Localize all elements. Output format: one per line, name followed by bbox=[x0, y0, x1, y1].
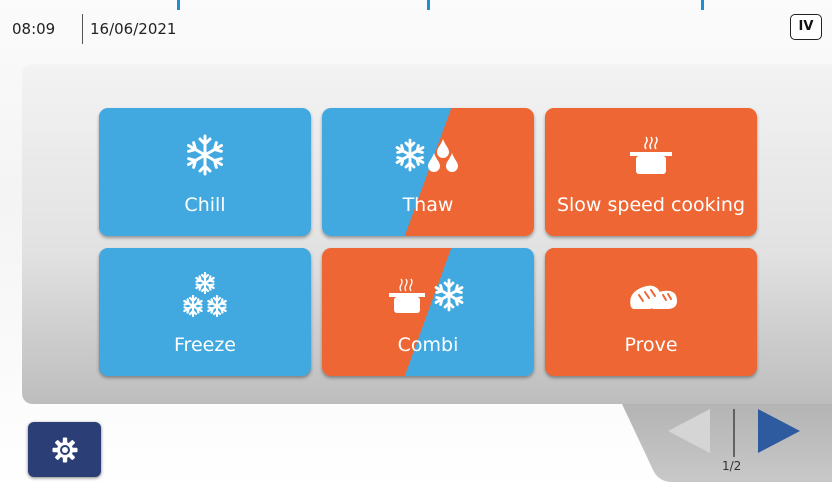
mode-tile-chill[interactable]: Chill bbox=[99, 108, 311, 236]
three-snowflakes-icon bbox=[99, 270, 311, 320]
page-indicator: 1/2 bbox=[722, 459, 742, 473]
mode-tile-freeze[interactable]: Freeze bbox=[99, 248, 311, 376]
tile-label: Combi bbox=[397, 334, 459, 356]
tile-label: Thaw bbox=[402, 194, 454, 216]
tile-label: Chill bbox=[184, 194, 226, 216]
mode-tile-combi[interactable]: Combi bbox=[322, 248, 534, 376]
settings-button[interactable] bbox=[28, 422, 101, 477]
pagination-arrows bbox=[668, 409, 800, 457]
gear-icon bbox=[52, 437, 77, 462]
tile-label: Slow speed cooking bbox=[556, 194, 746, 216]
tile-label: Prove bbox=[624, 334, 678, 356]
next-arrow-icon[interactable] bbox=[758, 409, 800, 453]
snowflake-icon bbox=[99, 130, 311, 180]
pot-snowflake-icon bbox=[322, 270, 534, 320]
tile-label: Freeze bbox=[174, 334, 236, 356]
mode-tile-thaw[interactable]: Thaw bbox=[322, 108, 534, 236]
mode-tile-slow-speed-cooking[interactable]: Slow speed cooking bbox=[545, 108, 757, 236]
prev-arrow-icon[interactable] bbox=[668, 409, 710, 453]
screen: 08:09 16/06/2021 IV Chill Thaw Slow spee… bbox=[0, 0, 832, 490]
mode-tile-prove[interactable]: Prove bbox=[545, 248, 757, 376]
pot-steam-icon bbox=[545, 130, 757, 180]
bread-icon bbox=[545, 270, 757, 320]
snowflake-drops-icon bbox=[322, 130, 534, 180]
